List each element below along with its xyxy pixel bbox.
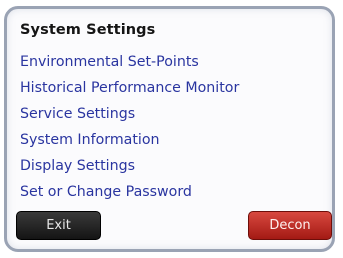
page-title: System Settings [20, 22, 156, 38]
menu-item-service-settings[interactable]: Service Settings [20, 101, 239, 127]
settings-menu: Environmental Set-Points Historical Perf… [20, 49, 239, 205]
menu-item-environmental-set-points[interactable]: Environmental Set-Points [20, 49, 239, 75]
menu-item-set-or-change-password[interactable]: Set or Change Password [20, 179, 239, 205]
device-bezel: System Settings Environmental Set-Points… [0, 0, 343, 258]
menu-item-historical-performance-monitor[interactable]: Historical Performance Monitor [20, 75, 239, 101]
exit-button[interactable]: Exit [16, 211, 101, 240]
menu-item-system-information[interactable]: System Information [20, 127, 239, 153]
decon-button[interactable]: Decon [248, 211, 332, 240]
menu-item-display-settings[interactable]: Display Settings [20, 153, 239, 179]
touch-screen: System Settings Environmental Set-Points… [4, 6, 335, 252]
